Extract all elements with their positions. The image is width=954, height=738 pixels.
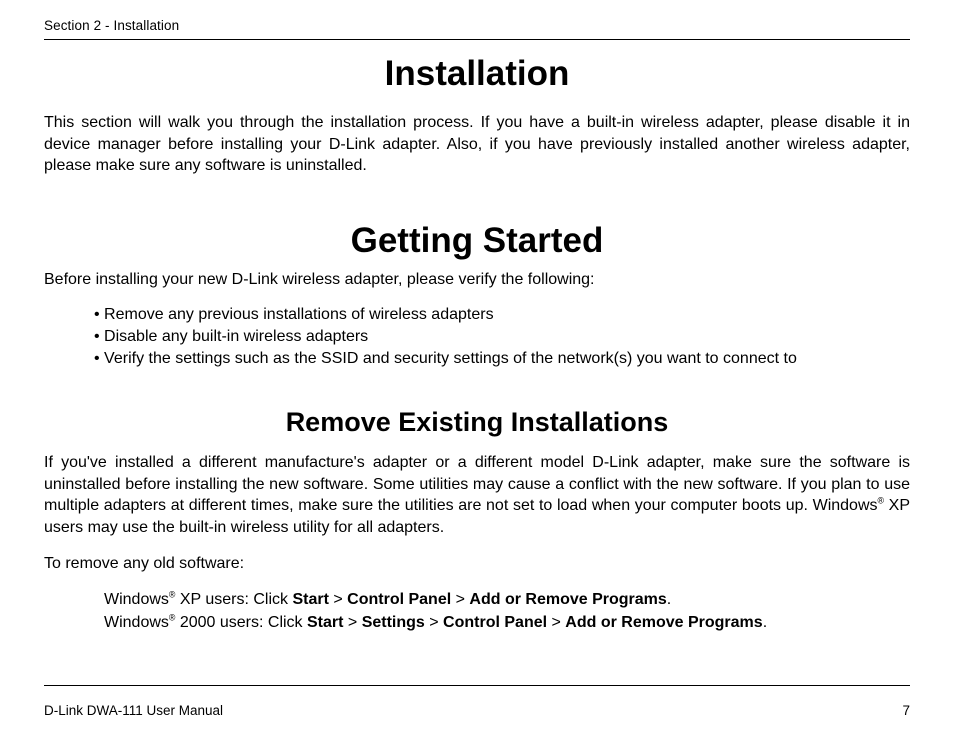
instructions-block: Windows® XP users: Click Start > Control… — [44, 588, 910, 634]
os-prefix: Windows — [104, 614, 169, 631]
remove-existing-paragraph: If you've installed a different manufact… — [44, 452, 910, 538]
verify-bullet-list: Remove any previous installations of wir… — [44, 304, 910, 369]
section-header-label: Section 2 - Installation — [44, 18, 910, 33]
instruction-2000: Windows® 2000 users: Click Start > Setti… — [104, 611, 910, 634]
getting-started-intro: Before installing your new D-Link wirele… — [44, 269, 910, 291]
list-item: Remove any previous installations of wir… — [94, 304, 910, 326]
step-item: Start — [292, 591, 328, 608]
heading-getting-started: Getting Started — [44, 221, 910, 261]
page-footer: D-Link DWA-111 User Manual 7 — [44, 703, 910, 718]
os-text: 2000 users: Click — [175, 614, 307, 631]
step-item: Control Panel — [347, 591, 451, 608]
remove-existing-text-1: If you've installed a different manufact… — [44, 454, 910, 514]
footer-rule — [44, 685, 910, 686]
list-item: Verify the settings such as the SSID and… — [94, 348, 910, 370]
step-item: Add or Remove Programs — [469, 591, 666, 608]
to-remove-label: To remove any old software: — [44, 553, 910, 575]
footer-left-text: D-Link DWA-111 User Manual — [44, 703, 223, 718]
step-item: Settings — [362, 614, 425, 631]
page-number: 7 — [902, 703, 910, 718]
page-container: Section 2 - Installation Installation Th… — [0, 0, 954, 738]
os-text: XP users: Click — [175, 591, 292, 608]
heading-installation: Installation — [44, 54, 910, 94]
header-rule — [44, 39, 910, 40]
step-item: Control Panel — [443, 614, 547, 631]
os-prefix: Windows — [104, 591, 169, 608]
instruction-xp: Windows® XP users: Click Start > Control… — [104, 588, 910, 611]
intro-paragraph: This section will walk you through the i… — [44, 112, 910, 177]
heading-remove-existing: Remove Existing Installations — [44, 407, 910, 438]
step-item: Add or Remove Programs — [565, 614, 762, 631]
step-item: Start — [307, 614, 343, 631]
list-item: Disable any built-in wireless adapters — [94, 326, 910, 348]
